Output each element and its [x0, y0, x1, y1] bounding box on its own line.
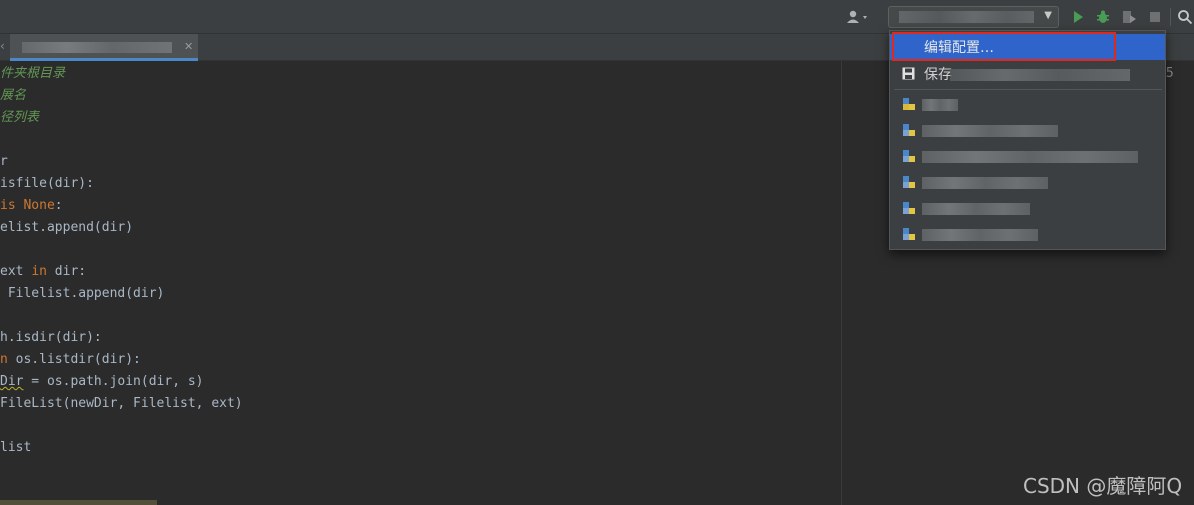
user-icon[interactable] [843, 7, 873, 27]
code-token: = os.path.join(dir, s) [23, 374, 204, 389]
code-token: 径列表 [0, 110, 40, 125]
config-name-blurred [922, 229, 1038, 241]
code-token: is None [0, 198, 55, 213]
code-token: os.listdir(dir): [7, 352, 141, 367]
code-token: h.isdir(dir): [0, 330, 102, 345]
config-menu-item[interactable] [890, 143, 1165, 169]
run-configuration-dropdown: 编辑配置… 保存 [889, 30, 1166, 250]
code-line: r [0, 151, 8, 173]
code-line-partial [0, 497, 157, 505]
code-line: n os.listdir(dir): [0, 349, 141, 371]
code-line: 件夹根目录 [0, 63, 65, 85]
config-name-blurred [922, 99, 958, 111]
run-configuration-selector[interactable]: ▼ [888, 6, 1059, 28]
code-line: Dir = os.path.join(dir, s) [0, 371, 204, 393]
config-name-blurred [922, 177, 1048, 189]
code-token: in [31, 264, 47, 279]
config-menu-item[interactable] [890, 195, 1165, 221]
code-line: FileList(newDir, Filelist, ext) [0, 393, 243, 415]
python-icon [903, 202, 915, 214]
run-configuration-name-blurred [899, 11, 1034, 23]
code-token: n [0, 352, 8, 367]
config-menu-item[interactable] [890, 221, 1165, 247]
code-token: elist.append(dir) [0, 220, 134, 235]
chevron-left-icon[interactable]: ‹ [0, 39, 8, 53]
code-line: ext in dir: [0, 261, 86, 283]
code-line: is None: [0, 195, 63, 217]
code-line: h.isdir(dir): [0, 327, 102, 349]
toolbar-separator [1170, 8, 1171, 26]
close-icon[interactable]: ✕ [184, 40, 193, 53]
save-configuration-menu-item[interactable]: 保存 [890, 61, 1165, 87]
python-icon [903, 150, 915, 162]
code-token: ext [0, 264, 32, 279]
code-token: dir: [46, 264, 87, 279]
save-icon [902, 67, 915, 80]
code-line: 展名 [0, 85, 26, 107]
python-icon [903, 176, 915, 188]
menu-separator [894, 89, 1162, 90]
config-menu-item[interactable] [890, 117, 1165, 143]
code-token: isfile(dir): [0, 176, 94, 191]
code-token: 件夹根目录 [0, 66, 66, 81]
code-line: isfile(dir): [0, 173, 94, 195]
chevron-down-icon: ▼ [1044, 10, 1052, 21]
debug-icon[interactable] [1093, 7, 1113, 27]
save-label: 保存 [924, 67, 952, 83]
config-name-blurred [922, 203, 1030, 215]
code-line: 径列表 [0, 107, 39, 129]
code-token: Filelist.append(dir) [0, 286, 165, 301]
config-menu-item[interactable] [890, 91, 1165, 117]
code-token: 展名 [0, 88, 27, 103]
file-tab[interactable]: ✕ [10, 34, 198, 61]
code-token: r [0, 154, 8, 169]
edit-configurations-label: 编辑配置… [924, 40, 994, 56]
watermark: CSDN @魔障阿Q [1023, 474, 1183, 498]
config-name-blurred [922, 125, 1058, 137]
run-with-coverage-icon[interactable] [1119, 7, 1139, 27]
code-editor[interactable]: 件夹根目录展名径列表 r isfile(dir): is None: elist.app… [0, 61, 841, 505]
code-line: list [0, 437, 31, 459]
file-tab-name-blurred [22, 42, 172, 53]
code-line: elist.append(dir) [0, 217, 133, 239]
code-token: Dir [0, 374, 24, 389]
python-icon [903, 98, 915, 110]
stop-icon[interactable] [1145, 7, 1165, 27]
save-config-name-blurred [950, 69, 1130, 81]
code-token: FileList(newDir, Filelist, ext) [0, 396, 243, 411]
search-icon[interactable] [1176, 7, 1194, 27]
code-token: : [54, 198, 63, 213]
main-toolbar: ▼ [0, 0, 1194, 34]
config-name-blurred [922, 151, 1138, 163]
python-icon [903, 124, 915, 136]
edit-configurations-menu-item[interactable]: 编辑配置… [890, 34, 1165, 60]
code-line: Filelist.append(dir) [0, 283, 165, 305]
code-token: list [0, 440, 32, 455]
run-icon[interactable] [1068, 7, 1088, 27]
python-icon [903, 228, 915, 240]
config-menu-item[interactable] [890, 169, 1165, 195]
